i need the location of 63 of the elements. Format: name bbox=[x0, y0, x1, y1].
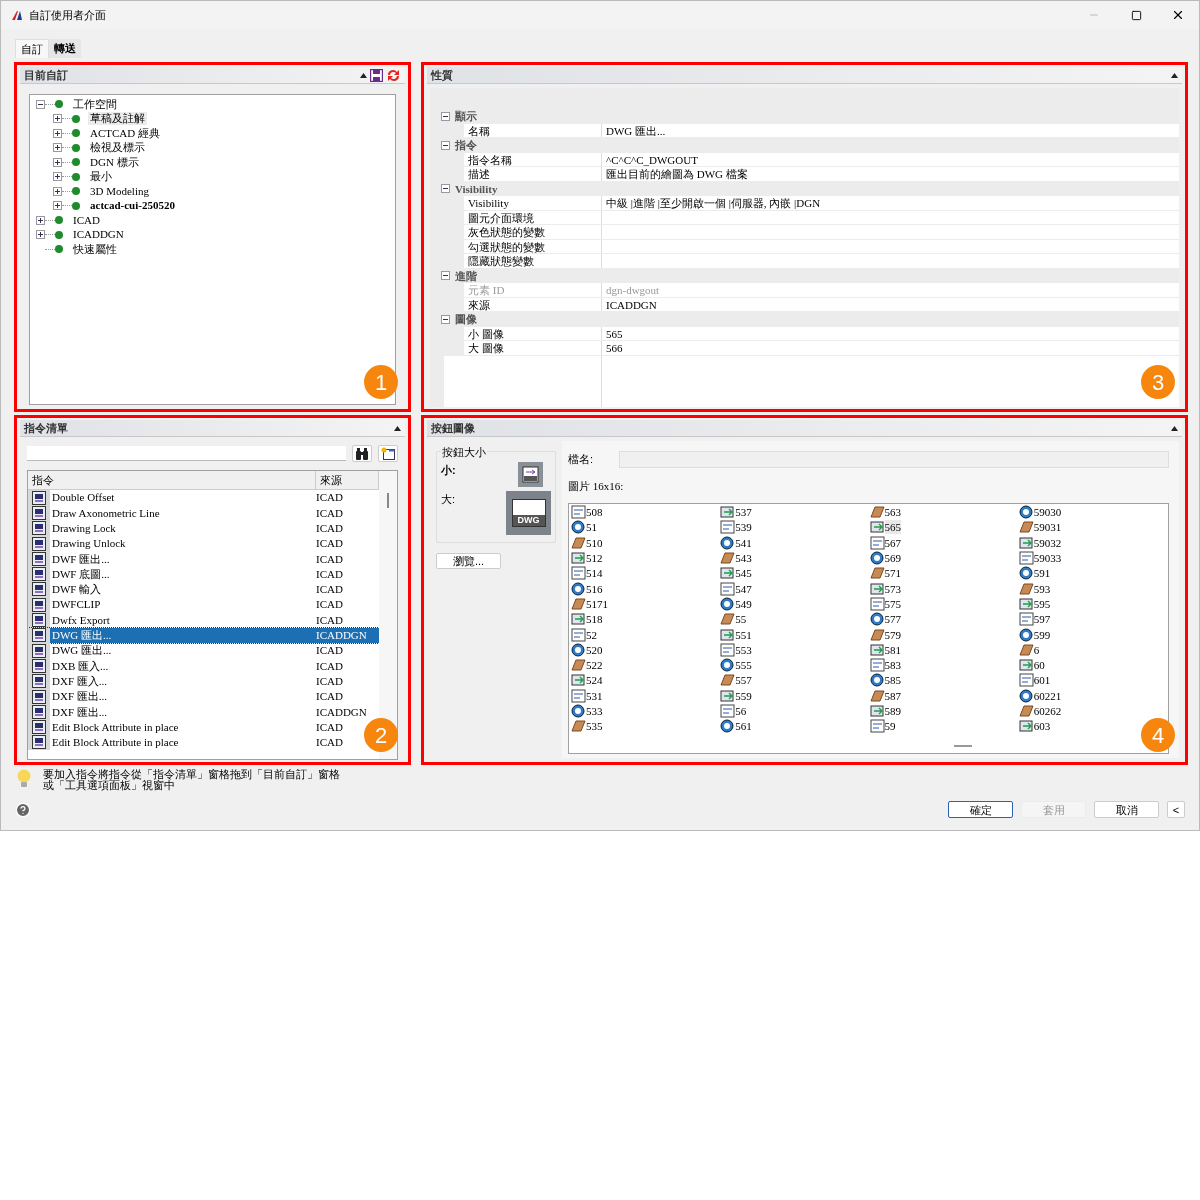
command-name: Edit Block Attribute in place bbox=[51, 719, 180, 735]
property-name: Visibility bbox=[464, 196, 602, 210]
window-title: 自訂使用者介面 bbox=[29, 7, 106, 23]
category-label: 圖像 bbox=[455, 312, 477, 327]
command-name: DWG 匯出... bbox=[51, 628, 113, 644]
command-name: DWG 匯出... bbox=[51, 643, 113, 659]
command-source: ICAD bbox=[316, 597, 344, 613]
command-name: DWFCLIP bbox=[51, 597, 102, 613]
panel-title: 性質 bbox=[431, 67, 453, 83]
command-name: Drawing Unlock bbox=[51, 536, 127, 552]
command-name: Dwfx Export bbox=[51, 612, 111, 628]
command-name: DXF 匯出... bbox=[51, 689, 108, 705]
command-name: DWF 匯出... bbox=[51, 551, 111, 567]
command-source: ICAD bbox=[316, 536, 344, 552]
command-source: ICAD bbox=[316, 719, 344, 735]
property-name: 大 圖像 bbox=[464, 341, 602, 355]
small-label: 小: bbox=[441, 463, 456, 478]
command-source: ICAD bbox=[316, 658, 344, 674]
command-source: ICADDGN bbox=[316, 704, 368, 720]
file-name-label: 檔名: bbox=[568, 452, 594, 468]
command-source: ICADDGN bbox=[316, 628, 368, 644]
command-source: ICAD bbox=[316, 643, 344, 659]
property-name: 名稱 bbox=[464, 123, 602, 137]
command-name: Drawing Lock bbox=[51, 521, 117, 536]
command-source: ICAD bbox=[316, 612, 344, 628]
command-source: ICAD bbox=[316, 582, 344, 598]
command-name: DWF 底圖... bbox=[51, 566, 111, 582]
property-name: 隱藏狀態變數 bbox=[464, 254, 602, 268]
command-name: DXB 匯入... bbox=[51, 658, 110, 674]
command-name: Double Offset bbox=[51, 490, 116, 506]
large-label: 大: bbox=[441, 492, 456, 507]
property-name: 描述 bbox=[464, 167, 602, 181]
property-name: 圖元介面環境 bbox=[464, 210, 602, 224]
category-label: Visibility bbox=[455, 181, 498, 197]
command-name: Draw Axonometric Line bbox=[51, 505, 161, 521]
property-name: 來源 bbox=[464, 297, 602, 311]
category-label: 指令 bbox=[455, 138, 477, 153]
group-title: 按鈕大小 bbox=[441, 444, 487, 461]
panel-title: 目前自訂 bbox=[24, 67, 68, 83]
command-source: ICAD bbox=[316, 673, 344, 689]
command-name: DWF 輸入 bbox=[51, 582, 103, 598]
command-name: DXF 匯出... bbox=[51, 704, 108, 720]
command-source: ICAD bbox=[316, 551, 344, 567]
property-name: 小 圖像 bbox=[464, 326, 602, 340]
property-name: 元素 ID bbox=[464, 283, 602, 297]
command-source: ICAD bbox=[316, 521, 344, 536]
preview-label: DWG bbox=[512, 515, 545, 526]
property-name: 灰色狀態的變數 bbox=[464, 225, 602, 239]
panel-title: 按鈕圖像 bbox=[431, 420, 475, 436]
property-name: 勾選狀態的變數 bbox=[464, 239, 602, 253]
command-source: ICAD bbox=[316, 735, 344, 751]
command-source: ICAD bbox=[316, 566, 344, 582]
category-label: 顯示 bbox=[455, 109, 477, 124]
command-name: Edit Block Attribute in place bbox=[51, 735, 180, 751]
command-source: ICAD bbox=[316, 689, 344, 705]
command-source: ICAD bbox=[316, 505, 344, 521]
panel-title: 指令清單 bbox=[24, 420, 68, 436]
command-source: ICAD bbox=[316, 490, 344, 506]
command-name: DXF 匯入... bbox=[51, 673, 108, 689]
property-name: 指令名稱 bbox=[464, 152, 602, 166]
image-size-label: 圖片 16x16: bbox=[568, 479, 625, 494]
hint-text: 要加入指令將指令從「指令清單」窗格拖到「目前自訂」窗格或「工具選項面板」視窗中 bbox=[43, 769, 341, 791]
category-label: 進階 bbox=[455, 268, 477, 284]
